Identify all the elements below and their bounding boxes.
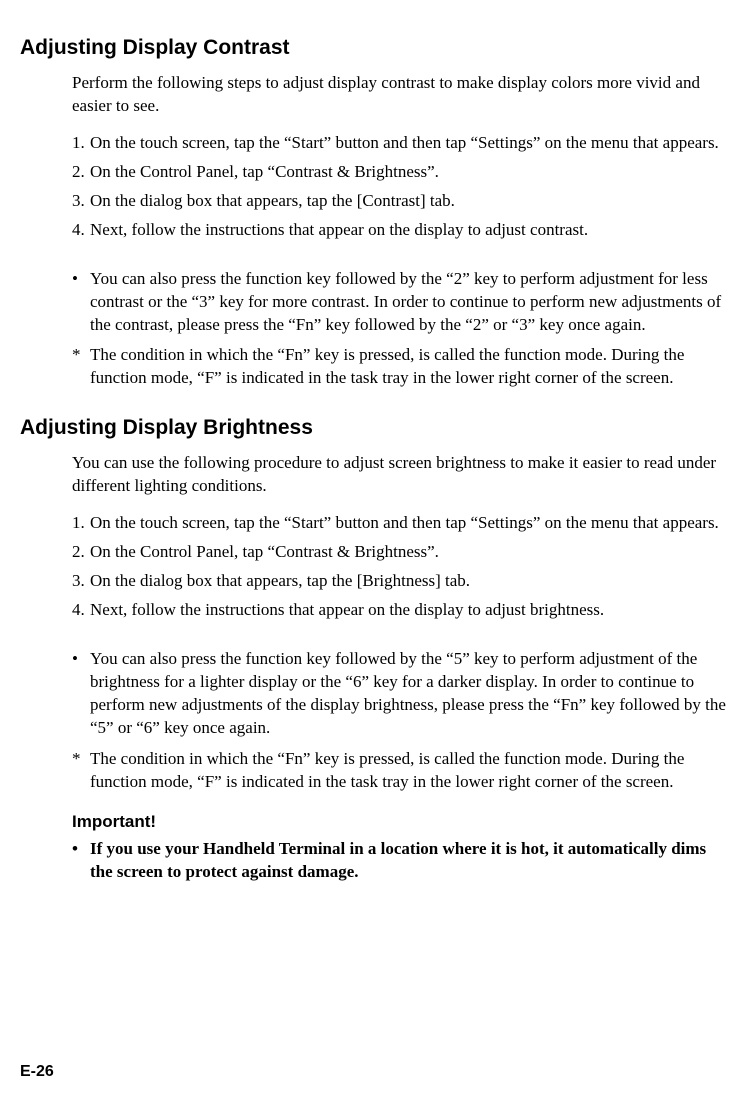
tip-text: You can also press the function key foll…: [90, 269, 721, 334]
bullet-icon: •: [72, 838, 78, 861]
list-item: 2. On the Control Panel, tap “Contrast & …: [72, 541, 728, 564]
heading-contrast: Adjusting Display Contrast: [20, 36, 736, 60]
step-text: On the touch screen, tap the “Start” but…: [90, 513, 719, 532]
step-text: On the Control Panel, tap “Contrast & Br…: [90, 162, 439, 181]
step-number: 4.: [72, 219, 85, 242]
page-number: E-26: [20, 1063, 54, 1081]
list-item: 4. Next, follow the instructions that app…: [72, 599, 728, 622]
step-number: 1.: [72, 132, 85, 155]
list-item: 3. On the dialog box that appears, tap th…: [72, 190, 728, 213]
list-item: 3. On the dialog box that appears, tap th…: [72, 570, 728, 593]
important-text: If you use your Handheld Terminal in a l…: [90, 839, 706, 881]
steps-brightness: 1. On the touch screen, tap the “Start” b…: [72, 512, 728, 622]
list-item: 2. On the Control Panel, tap “Contrast & …: [72, 161, 728, 184]
step-number: 2.: [72, 541, 85, 564]
step-text: On the dialog box that appears, tap the …: [90, 571, 470, 590]
step-text: Next, follow the instructions that appea…: [90, 220, 588, 239]
step-text: Next, follow the instructions that appea…: [90, 600, 604, 619]
tip-brightness: • You can also press the function key fo…: [72, 648, 728, 740]
tip-text: You can also press the function key foll…: [90, 649, 726, 737]
step-number: 1.: [72, 512, 85, 535]
list-item: 4. Next, follow the instructions that app…: [72, 219, 728, 242]
note-contrast: * The condition in which the “Fn” key is…: [72, 344, 728, 390]
asterisk-icon: *: [72, 748, 81, 771]
step-text: On the Control Panel, tap “Contrast & Br…: [90, 542, 439, 561]
note-text: The condition in which the “Fn” key is p…: [90, 749, 684, 791]
heading-brightness: Adjusting Display Brightness: [20, 416, 736, 440]
important-label: Important!: [72, 812, 728, 832]
steps-contrast: 1. On the touch screen, tap the “Start” b…: [72, 132, 728, 242]
bullet-icon: •: [72, 648, 78, 671]
step-number: 2.: [72, 161, 85, 184]
intro-brightness: You can use the following procedure to a…: [72, 452, 728, 498]
step-text: On the dialog box that appears, tap the …: [90, 191, 455, 210]
important-note: • If you use your Handheld Terminal in a…: [72, 838, 728, 884]
note-brightness: * The condition in which the “Fn” key is…: [72, 748, 728, 794]
step-number: 3.: [72, 190, 85, 213]
step-text: On the touch screen, tap the “Start” but…: [90, 133, 719, 152]
list-item: 1. On the touch screen, tap the “Start” b…: [72, 132, 728, 155]
bullet-icon: •: [72, 268, 78, 291]
list-item: 1. On the touch screen, tap the “Start” b…: [72, 512, 728, 535]
step-number: 3.: [72, 570, 85, 593]
intro-contrast: Perform the following steps to adjust di…: [72, 72, 728, 118]
note-text: The condition in which the “Fn” key is p…: [90, 345, 684, 387]
asterisk-icon: *: [72, 344, 81, 367]
tip-contrast: • You can also press the function key fo…: [72, 268, 728, 337]
step-number: 4.: [72, 599, 85, 622]
